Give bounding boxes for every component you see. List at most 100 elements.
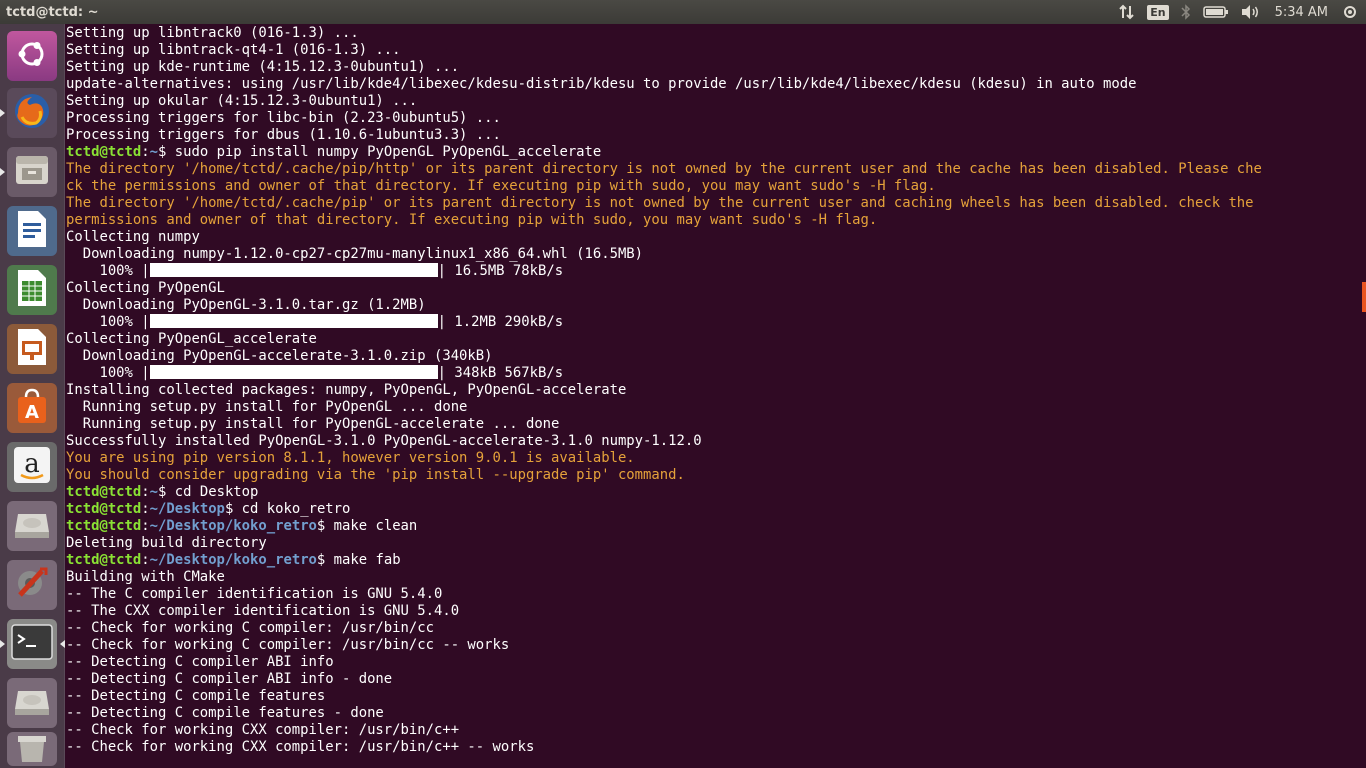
top-panel: tctd@tctd: ~ En 5:34 AM: [0, 0, 1366, 24]
terminal-output-line: Downloading PyOpenGL-3.1.0.tar.gz (1.2MB…: [66, 297, 1262, 314]
terminal-launcher[interactable]: [0, 619, 65, 669]
window-title: tctd@tctd: ~: [6, 4, 99, 20]
terminal-output-line: -- Detecting C compile features - done: [66, 705, 1262, 722]
drive-launcher[interactable]: [7, 501, 57, 551]
svg-text:A: A: [25, 402, 39, 423]
power-gear-icon[interactable]: [1342, 0, 1358, 24]
terminal-warning-line: You should consider upgrading via the 'p…: [66, 467, 1262, 484]
prompt-user: tctd@tctd: [66, 552, 142, 568]
terminal-line-text: -- Detecting C compiler ABI info - done: [66, 671, 393, 687]
ubuntu-dash-icon: [14, 36, 50, 76]
libreoffice-impress-icon: [14, 327, 50, 371]
prompt-symbol: $: [224, 501, 242, 517]
battery-icon[interactable]: [1202, 0, 1229, 24]
terminal-output-line: Setting up libntrack-qt4-1 (016-1.3) ...: [66, 42, 1262, 59]
prompt-user: tctd@tctd: [66, 501, 142, 517]
terminal-line-text: The directory '/home/tctd/.cache/pip/htt…: [66, 161, 1262, 177]
terminal-output-line: Installing collected packages: numpy, Py…: [66, 382, 1262, 399]
terminal-output-line: Setting up libntrack0 (016-1.3) ...: [66, 25, 1262, 42]
system-settings-launcher[interactable]: [7, 560, 57, 610]
terminal-line-text: -- Detecting C compile features: [66, 688, 326, 704]
terminal-line-text: Setting up libntrack-qt4-1 (016-1.3) ...: [66, 42, 401, 58]
terminal-line-text: -- Check for working C compiler: /usr/bi…: [66, 620, 434, 636]
prompt-separator: :: [141, 501, 150, 517]
indicator-area: En 5:34 AM: [1113, 0, 1366, 24]
terminal-output-line: -- Check for working C compiler: /usr/bi…: [66, 637, 1262, 654]
system-settings-icon: [12, 563, 52, 607]
progress-stats: | 16.5MB 78kB/s: [437, 263, 564, 279]
prompt-command: make fab: [333, 552, 401, 568]
terminal-output-line: -- Check for working CXX compiler: /usr/…: [66, 722, 1262, 739]
progress-stats: | 348kB 567kB/s: [437, 365, 564, 381]
prompt-separator: :: [141, 518, 150, 534]
terminal-line-text: The directory '/home/tctd/.cache/pip' or…: [66, 195, 1254, 211]
prompt-separator: :: [141, 484, 150, 500]
ubuntu-dash-button[interactable]: [7, 31, 57, 81]
firefox-launcher[interactable]: [0, 88, 57, 138]
terminal-line-text: -- Detecting C compile features - done: [66, 705, 384, 721]
prompt-command: cd Desktop: [174, 484, 259, 500]
terminal-output-line: Running setup.py install for PyOpenGL ..…: [66, 399, 1262, 416]
terminal-line-text: Setting up kde-runtime (4:15.12.3-0ubunt…: [66, 59, 460, 75]
terminal-prompt-line: tctd@tctd:~$ sudo pip install numpy PyOp…: [66, 144, 1262, 161]
network-transfer-icon[interactable]: [1119, 0, 1135, 24]
prompt-separator: :: [141, 144, 150, 160]
terminal-output-line: Setting up kde-runtime (4:15.12.3-0ubunt…: [66, 59, 1262, 76]
volume-icon[interactable]: [1241, 0, 1261, 24]
prompt-command: make clean: [333, 518, 418, 534]
terminal-line-text: permissions and owner of that directory.…: [66, 212, 878, 228]
launcher: A a: [0, 24, 65, 768]
progress-percent: 100% |: [66, 314, 150, 330]
terminal-line-text: Setting up libntrack0 (016-1.3) ...: [66, 25, 359, 41]
terminal-prompt-line: tctd@tctd:~/Desktop/koko_retro$ make fab: [66, 552, 1262, 569]
download-progress-line: 100% | | 1.2MB 290kB/s: [66, 314, 1262, 331]
terminal-output-line: Running setup.py install for PyOpenGL-ac…: [66, 416, 1262, 433]
scrollbar-indicator[interactable]: [1362, 282, 1366, 312]
prompt-user: tctd@tctd: [66, 484, 142, 500]
terminal-output-line: Collecting PyOpenGL_accelerate: [66, 331, 1262, 348]
drive-icon: [12, 504, 52, 548]
terminal-output-line: -- Check for working C compiler: /usr/bi…: [66, 620, 1262, 637]
prompt-command: sudo pip install numpy PyOpenGL PyOpenGL…: [174, 144, 602, 160]
prompt-symbol: $: [316, 518, 334, 534]
libreoffice-writer-launcher[interactable]: [7, 206, 57, 256]
libreoffice-calc-launcher[interactable]: [7, 265, 57, 315]
terminal-output-line: Collecting numpy: [66, 229, 1262, 246]
terminal-line-text: -- Check for working CXX compiler: /usr/…: [66, 722, 460, 738]
libreoffice-impress-launcher[interactable]: [7, 324, 57, 374]
prompt-user: tctd@tctd: [66, 144, 142, 160]
terminal-prompt-line: tctd@tctd:~/Desktop$ cd koko_retro: [66, 501, 1262, 518]
prompt-user: tctd@tctd: [66, 518, 142, 534]
terminal-output-line: -- Detecting C compile features: [66, 688, 1262, 705]
drive-launcher-2[interactable]: [7, 678, 57, 728]
amazon-launcher[interactable]: a: [7, 442, 57, 492]
bluetooth-icon[interactable]: [1181, 0, 1191, 24]
files-launcher[interactable]: [0, 147, 57, 197]
trash-launcher[interactable]: [7, 732, 57, 766]
terminal-warning-line: You are using pip version 8.1.1, however…: [66, 450, 1262, 467]
terminal-output-line: -- Detecting C compiler ABI info: [66, 654, 1262, 671]
terminal-icon: [11, 623, 53, 665]
prompt-path: ~/Desktop/koko_retro: [149, 552, 317, 568]
prompt-separator: :: [141, 552, 150, 568]
prompt-symbol: $: [316, 552, 334, 568]
prompt-symbol: $: [158, 484, 175, 500]
terminal-output-line: Successfully installed PyOpenGL-3.1.0 Py…: [66, 433, 1262, 450]
terminal-line-text: Downloading numpy-1.12.0-cp27-cp27mu-man…: [66, 246, 644, 262]
terminal-line-text: Downloading PyOpenGL-accelerate-3.1.0.zi…: [66, 348, 493, 364]
terminal-line-text: -- The C compiler identification is GNU …: [66, 586, 443, 602]
terminal-output-line: -- Check for working CXX compiler: /usr/…: [66, 739, 1262, 756]
keyboard-layout-indicator[interactable]: En: [1147, 0, 1169, 24]
prompt-path: ~: [149, 144, 159, 160]
terminal-line-text: You are using pip version 8.1.1, however…: [66, 450, 635, 466]
terminal-line-text: You should consider upgrading via the 'p…: [66, 467, 685, 483]
software-center-launcher[interactable]: A: [7, 383, 57, 433]
terminal-output-line: -- Detecting C compiler ABI info - done: [66, 671, 1262, 688]
terminal-line-text: Processing triggers for libc-bin (2.23-0…: [66, 110, 501, 126]
clock[interactable]: 5:34 AM: [1275, 5, 1328, 20]
terminal-window[interactable]: Setting up libntrack0 (016-1.3) ... Setti…: [65, 24, 1366, 768]
terminal-line-text: Installing collected packages: numpy, Py…: [66, 382, 627, 398]
terminal-line-text: -- Detecting C compiler ABI info: [66, 654, 334, 670]
progress-percent: 100% |: [66, 365, 150, 381]
terminal-line-text: Running setup.py install for PyOpenGL-ac…: [66, 416, 560, 432]
